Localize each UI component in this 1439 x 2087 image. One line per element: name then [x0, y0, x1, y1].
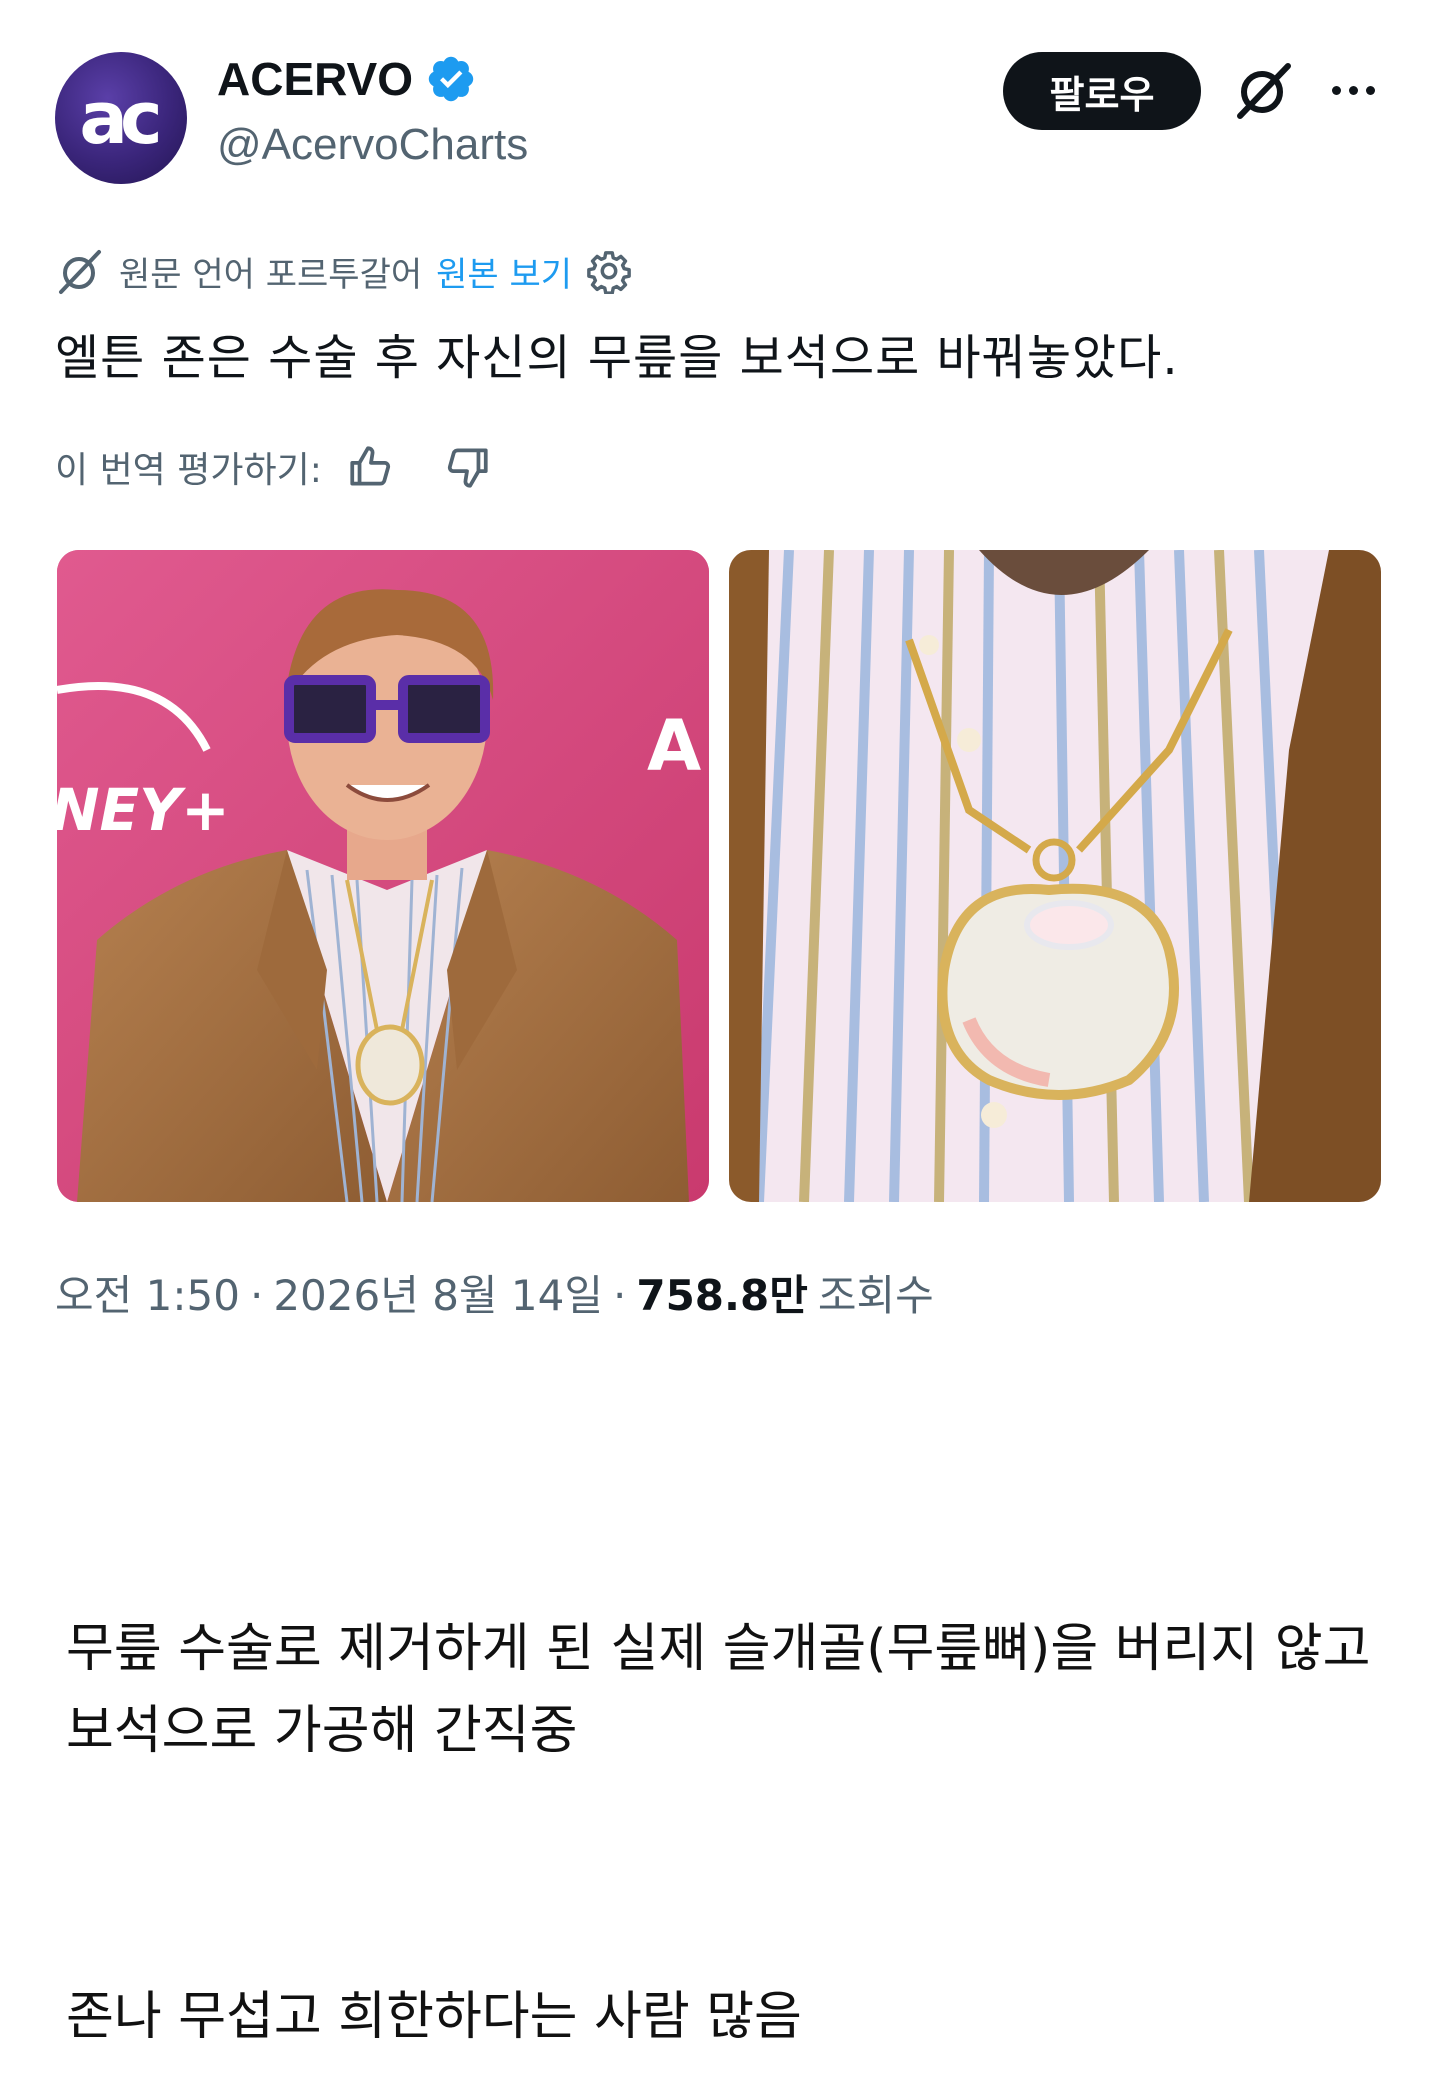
backdrop-text: NEY+	[57, 776, 230, 844]
display-name-row[interactable]: ACERVO	[217, 52, 477, 106]
thumbs-down-icon[interactable]	[442, 442, 492, 492]
tweet-time[interactable]: 오전 1:50	[55, 1262, 240, 1323]
user-handle[interactable]: @AcervoCharts	[217, 120, 528, 170]
backdrop-letter: A	[647, 705, 701, 787]
follow-button[interactable]: 팔로우	[1003, 52, 1201, 130]
rate-translation-label: 이 번역 평가하기:	[55, 450, 322, 491]
translation-source-label: 원문 언어 포르투갈어	[119, 254, 423, 295]
commentary-paragraph: 존나 무섭고 희한하다는 사람 많음	[66, 1987, 802, 2047]
verified-badge-icon	[428, 56, 474, 102]
tweet-image-closeup[interactable]	[729, 550, 1381, 1202]
meta-separator: ·	[613, 1271, 627, 1320]
tweet-meta-row: 오전 1:50 · 2026년 8월 14일 · 758.8만 조회수	[55, 1262, 934, 1323]
tweet-date[interactable]: 2026년 8월 14일	[273, 1262, 603, 1323]
tweet-image-portrait[interactable]: NEY+ A	[57, 550, 709, 1202]
tweet-text: 엘튼 존은 수술 후 자신의 무릎을 보석으로 바꿔놓았다.	[55, 330, 1179, 386]
thumbs-up-icon[interactable]	[346, 442, 396, 492]
commentary-paragraph: 무릎 수술로 제거하게 된 실제 슬개골(무릎뼈)을 버리지 않고 보석으로 가…	[66, 1619, 1371, 1761]
views-label: 조회수	[817, 1271, 934, 1320]
avatar-logo-text: ac	[79, 76, 162, 160]
portrait-illustration: NEY+ A	[57, 550, 709, 1202]
views-count: 758.8만	[636, 1271, 808, 1320]
pendant-closeup-illustration	[729, 550, 1381, 1202]
gear-icon[interactable]	[586, 248, 632, 294]
view-original-link[interactable]: 원본 보기	[436, 247, 572, 296]
meta-separator: ·	[249, 1271, 264, 1320]
more-options-icon[interactable]	[1325, 62, 1381, 118]
translation-info-row: 원문 언어 포르투갈어 원본 보기	[55, 244, 632, 298]
grok-icon[interactable]	[1232, 58, 1296, 122]
translate-icon	[59, 250, 101, 294]
display-name[interactable]: ACERVO	[217, 52, 413, 106]
avatar[interactable]: ac	[55, 52, 187, 184]
rate-translation-row: 이 번역 평가하기:	[55, 440, 492, 494]
